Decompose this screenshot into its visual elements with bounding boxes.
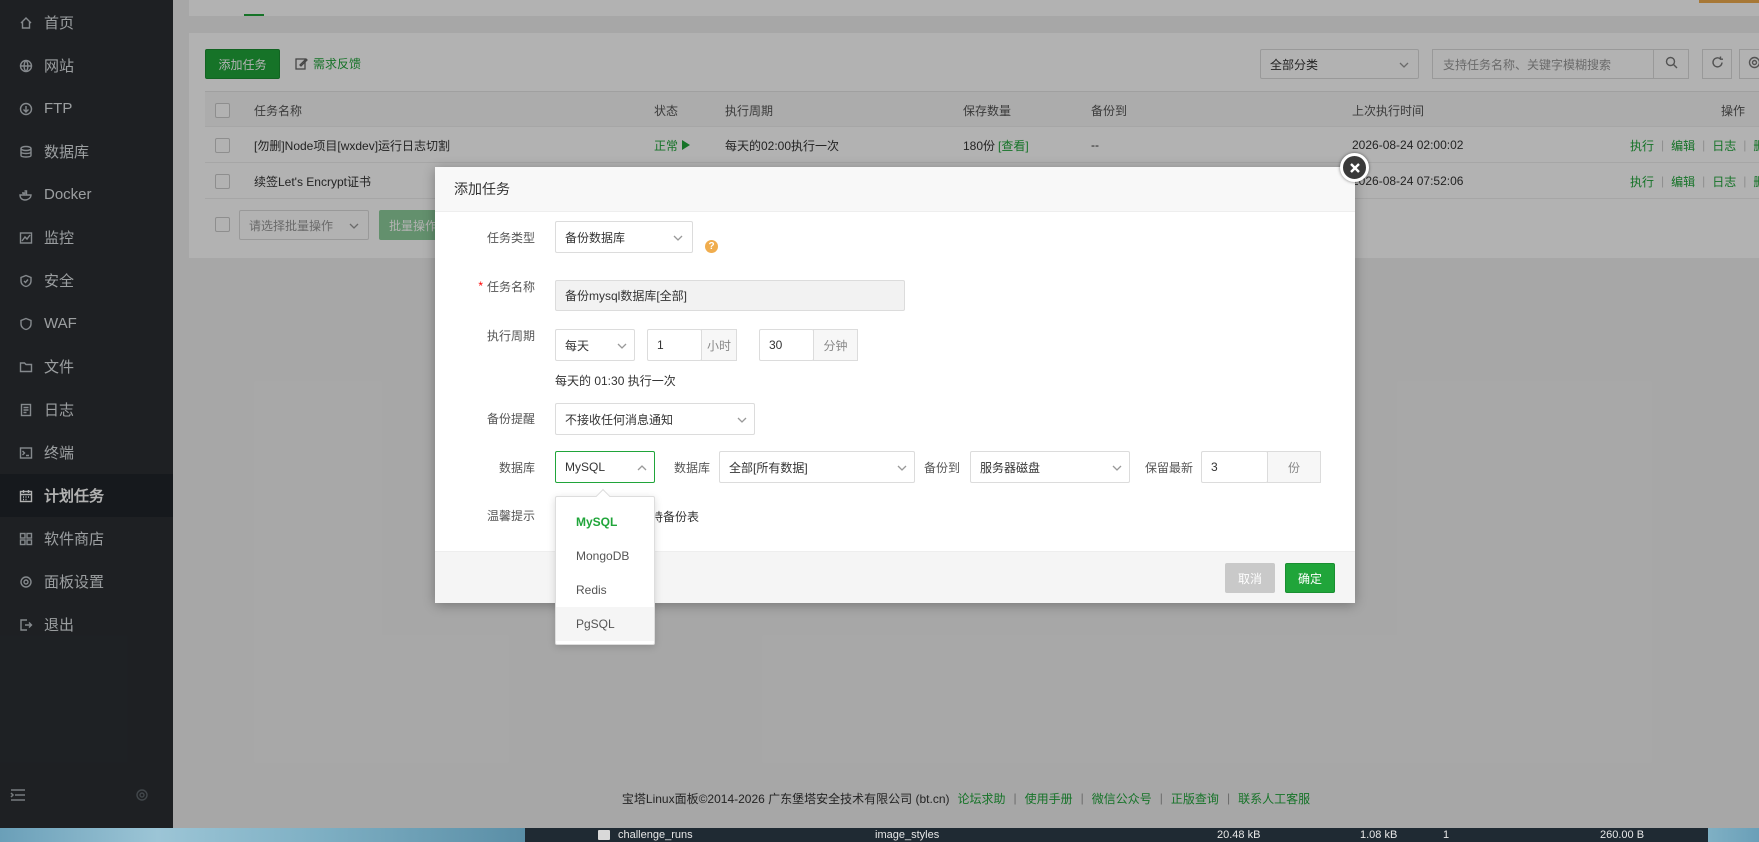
tip-text: 持备份表	[651, 510, 700, 524]
os-taskbar: challenge_runs image_styles 20.48 kB 1.0…	[0, 828, 1759, 842]
task-type-label: 任务类型	[486, 230, 535, 245]
confirm-button[interactable]: 确定	[1285, 563, 1335, 593]
taskbar-size-3: 260.00 B	[1600, 829, 1645, 841]
chevron-down-icon	[673, 232, 683, 242]
db-name-select[interactable]: 全部[所有数据]	[719, 451, 915, 483]
backup-to-label: 备份到	[924, 460, 961, 475]
task-type-value: 备份数据库	[565, 230, 626, 245]
tip-label: 温馨提示	[486, 508, 535, 523]
cycle-label: 执行周期	[486, 328, 535, 343]
folder-icon	[598, 830, 610, 840]
option-mongodb[interactable]: MongoDB	[556, 539, 654, 573]
close-icon	[1349, 162, 1361, 174]
cancel-button[interactable]: 取消	[1225, 563, 1275, 593]
cycle-period-value: 每天	[565, 338, 590, 353]
taskbar-size-1: 20.48 kB	[1217, 829, 1261, 841]
option-pgsql[interactable]: PgSQL	[556, 607, 654, 641]
chevron-down-icon	[737, 414, 747, 428]
chevron-up-icon	[637, 462, 647, 476]
taskbar-folder-name[interactable]: challenge_runs	[618, 829, 693, 841]
hour-unit: 小时	[701, 329, 737, 361]
notify-select[interactable]: 不接收任何消息通知	[555, 403, 755, 435]
taskbar-size-2: 1.08 kB	[1360, 829, 1398, 841]
chevron-down-icon	[897, 462, 907, 476]
minute-unit: 分钟	[813, 329, 858, 361]
db-type-label: 数据库	[498, 460, 535, 475]
keep-unit: 份	[1267, 451, 1321, 483]
taskbar-file-name[interactable]: image_styles	[875, 829, 939, 841]
keep-label: 保留最新	[1145, 460, 1194, 475]
chevron-down-icon	[1112, 462, 1122, 476]
taskbar-count: 1	[1443, 829, 1450, 841]
notify-value: 不接收任何消息通知	[565, 412, 674, 427]
db-name-label: 数据库	[674, 460, 711, 475]
db-type-dropdown: MySQL MongoDB Redis PgSQL	[555, 488, 655, 645]
cycle-period-select[interactable]: 每天	[555, 329, 635, 361]
db-type-value: MySQL	[565, 460, 606, 474]
db-type-select[interactable]: MySQL	[555, 451, 655, 483]
task-name-input[interactable]: 备份mysql数据库[全部]	[555, 280, 905, 311]
cycle-minute-input[interactable]: 30	[759, 329, 814, 361]
wallpaper-strip-right	[1708, 828, 1759, 842]
dialog-title: 添加任务	[435, 167, 1355, 212]
backup-to-value: 服务器磁盘	[980, 460, 1041, 475]
close-button[interactable]	[1340, 153, 1369, 182]
cycle-description: 每天的 01:30 执行一次	[555, 374, 676, 388]
option-redis[interactable]: Redis	[556, 573, 654, 607]
keep-count-input[interactable]: 3	[1201, 451, 1268, 483]
db-name-value: 全部[所有数据]	[729, 460, 808, 475]
backup-to-select[interactable]: 服务器磁盘	[970, 451, 1130, 483]
wallpaper-strip	[0, 828, 525, 842]
help-icon[interactable]: ?	[705, 240, 718, 253]
task-name-label: * 任务名称	[478, 279, 535, 294]
chevron-down-icon	[617, 340, 627, 354]
task-type-select[interactable]: 备份数据库	[555, 221, 693, 253]
notify-label: 备份提醒	[486, 411, 535, 426]
option-mysql[interactable]: MySQL	[556, 505, 654, 539]
cycle-hour-input[interactable]: 1	[647, 329, 702, 361]
